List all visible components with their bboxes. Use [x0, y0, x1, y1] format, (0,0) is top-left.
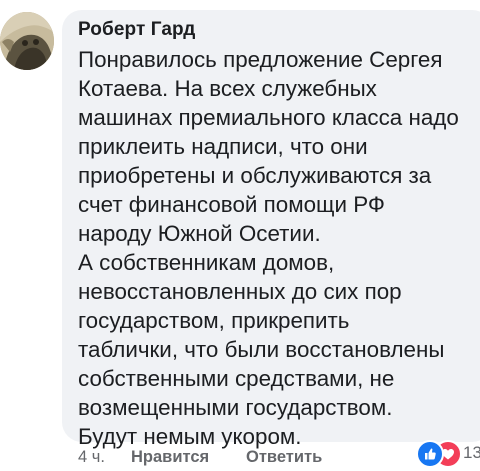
comment-line: государством, прикрепить — [78, 308, 350, 333]
author-name[interactable]: Роберт Гард — [78, 19, 195, 41]
comment-timestamp[interactable]: 4 ч. — [78, 448, 105, 467]
comment-line: машинах премиального класса надо — [78, 105, 459, 130]
comment-line: невосстановленных до сих пор — [78, 279, 402, 304]
comment-line: приклеить надписи, что они — [78, 134, 368, 159]
like-button[interactable]: Нравится — [131, 448, 209, 467]
reaction-count: 13 — [463, 443, 480, 462]
comment-line: таблички, что были восстановлены — [78, 337, 445, 362]
reply-button[interactable]: Ответить — [246, 448, 322, 467]
comment-line: Понравилось предложение Сергея — [78, 47, 443, 72]
comment-line: счет финансовой помощи РФ — [78, 192, 385, 217]
comment-bubble: Роберт Гард Понравилось предложение Серг… — [62, 10, 480, 449]
like-icon — [416, 440, 444, 468]
comment-line: возмещенными государством. — [78, 395, 393, 420]
avatar[interactable] — [0, 12, 54, 70]
comment-line: Котаева. На всех служебных — [78, 76, 377, 101]
comment-line: народу Южной Осетии. — [78, 221, 321, 246]
comment-line: А собственникам домов, — [78, 250, 335, 275]
comment-line: приобретены и обслуживаются за — [78, 163, 432, 188]
comment-text: Понравилось предложение Сергея Котаева. … — [78, 45, 480, 451]
comment-line: собственными средствами, не — [78, 366, 395, 391]
comment-thread: Роберт Гард Понравилось предложение Серг… — [0, 0, 480, 471]
